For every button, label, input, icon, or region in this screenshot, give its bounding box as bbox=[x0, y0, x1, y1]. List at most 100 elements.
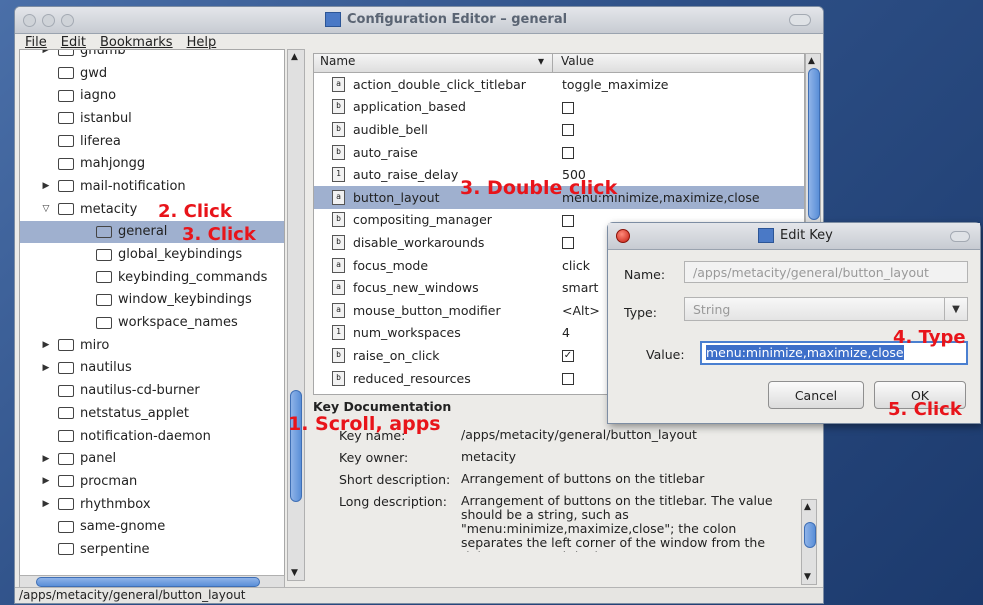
value-checkbox[interactable]: ✓ bbox=[562, 350, 574, 363]
folder-icon bbox=[58, 112, 74, 125]
column-name-header[interactable]: Name ▾ bbox=[314, 54, 553, 72]
key-row-action_double_click_titlebar[interactable]: a action_double_click_titlebar toggle_maxi… bbox=[314, 73, 804, 96]
tree-item-miro[interactable]: ▶ miro bbox=[20, 334, 284, 357]
key-row-auto_raise[interactable]: b auto_raise bbox=[314, 141, 804, 164]
value-checkbox[interactable] bbox=[562, 214, 574, 227]
expander-icon[interactable]: ▶ bbox=[40, 181, 52, 191]
key-value-cell bbox=[546, 122, 574, 137]
cancel-button[interactable]: Cancel bbox=[768, 381, 864, 409]
title-bar[interactable]: Configuration Editor – general bbox=[15, 7, 823, 34]
key-name-text: auto_raise_delay bbox=[353, 167, 459, 183]
tree-vertical-scrollbar[interactable]: ▲ ▼ bbox=[287, 49, 305, 581]
tree-item-gwd[interactable]: gwd bbox=[20, 62, 284, 85]
type-select[interactable]: String ▼ bbox=[684, 297, 968, 321]
string-key-icon: a bbox=[332, 76, 345, 92]
maximize-window-button[interactable] bbox=[61, 14, 74, 27]
doc-scroll-down-icon[interactable]: ▼ bbox=[804, 572, 811, 582]
chevron-down-icon[interactable]: ▼ bbox=[944, 298, 967, 320]
key-row-application_based[interactable]: b application_based bbox=[314, 96, 804, 119]
name-field: /apps/metacity/general/button_layout bbox=[684, 261, 968, 283]
expander-icon[interactable]: ▶ bbox=[40, 476, 52, 486]
key-row-audible_bell[interactable]: b audible_bell bbox=[314, 118, 804, 141]
folder-icon bbox=[58, 407, 74, 420]
dialog-title-bar[interactable]: Edit Key bbox=[608, 223, 980, 250]
key-name-text: disable_workarounds bbox=[353, 234, 485, 250]
menu-help[interactable]: Help bbox=[187, 35, 217, 50]
tree-item-netstatus_applet[interactable]: netstatus_applet bbox=[20, 402, 284, 425]
tree-item-label: same-gnome bbox=[80, 519, 166, 535]
tree-item-same-gnome[interactable]: same-gnome bbox=[20, 515, 284, 538]
key-owner-label: Key owner: bbox=[339, 450, 409, 465]
tree-item-keybinding_commands[interactable]: keybinding_commands bbox=[20, 266, 284, 289]
tree-item-metacity[interactable]: ▽ metacity bbox=[20, 198, 284, 221]
dialog-close-button[interactable] bbox=[616, 229, 630, 243]
doc-scroll-up-icon[interactable]: ▲ bbox=[804, 502, 811, 512]
minimize-window-button[interactable] bbox=[42, 14, 55, 27]
folder-icon bbox=[58, 498, 74, 511]
key-name-text: focus_mode bbox=[353, 257, 429, 273]
app-icon bbox=[325, 12, 341, 27]
key-value-cell: smart bbox=[546, 280, 598, 295]
tree-scroll-thumb[interactable] bbox=[290, 390, 302, 502]
tree-item-label: nautilus bbox=[80, 360, 132, 376]
folder-icon bbox=[96, 271, 112, 284]
key-name-text: focus_new_windows bbox=[353, 280, 479, 296]
key-name-cell: 1 num_workspaces bbox=[314, 325, 546, 341]
short-desc-value: Arrangement of buttons on the titlebar bbox=[461, 471, 705, 486]
tree-item-panel[interactable]: ▶ panel bbox=[20, 447, 284, 470]
tree-item-mahjongg[interactable]: mahjongg bbox=[20, 152, 284, 175]
tree-item-gnumb[interactable]: ▶ gnumb bbox=[20, 50, 284, 62]
menu-file[interactable]: File bbox=[25, 35, 47, 50]
tree-item-window_keybindings[interactable]: window_keybindings bbox=[20, 289, 284, 312]
menu-bookmarks[interactable]: Bookmarks bbox=[100, 35, 173, 50]
tree-item-global_keybindings[interactable]: global_keybindings bbox=[20, 243, 284, 266]
tree-item-notification-daemon[interactable]: notification-daemon bbox=[20, 425, 284, 448]
folder-icon bbox=[58, 180, 74, 193]
key-value-cell bbox=[546, 212, 574, 227]
annotation-click-ok: 5. Click bbox=[888, 399, 962, 420]
expander-icon[interactable]: ▶ bbox=[40, 454, 52, 464]
menu-edit[interactable]: Edit bbox=[61, 35, 86, 50]
list-scroll-up-icon[interactable]: ▲ bbox=[808, 56, 815, 66]
tree-item-rhythmbox[interactable]: ▶ rhythmbox bbox=[20, 493, 284, 516]
list-scroll-thumb[interactable] bbox=[808, 68, 820, 220]
key-value-cell: <Alt> bbox=[546, 303, 600, 318]
tree-hscroll-thumb[interactable] bbox=[36, 577, 260, 587]
key-value-cell: click bbox=[546, 258, 590, 273]
value-checkbox[interactable] bbox=[562, 373, 574, 386]
scroll-down-arrow-icon[interactable]: ▼ bbox=[291, 568, 298, 578]
doc-scroll-thumb[interactable] bbox=[804, 522, 816, 548]
value-checkbox[interactable] bbox=[562, 147, 574, 160]
column-value-header[interactable]: Value bbox=[553, 54, 594, 72]
value-checkbox[interactable] bbox=[562, 101, 574, 114]
folder-icon bbox=[96, 225, 112, 238]
tree-item-nautilus-cd-burner[interactable]: nautilus-cd-burner bbox=[20, 379, 284, 402]
key-name-cell: b disable_workarounds bbox=[314, 234, 546, 250]
tree-item-workspace_names[interactable]: workspace_names bbox=[20, 311, 284, 334]
scroll-up-arrow-icon[interactable]: ▲ bbox=[291, 52, 298, 62]
tree-item-istanbul[interactable]: istanbul bbox=[20, 107, 284, 130]
tree-item-iagno[interactable]: iagno bbox=[20, 84, 284, 107]
key-name-cell: a focus_new_windows bbox=[314, 280, 546, 296]
tree-item-procman[interactable]: ▶ procman bbox=[20, 470, 284, 493]
annotation-double-click: 3. Double click bbox=[460, 177, 618, 199]
doc-scrollbar[interactable]: ▲ ▼ bbox=[801, 499, 817, 585]
tree-item-label: metacity bbox=[80, 201, 138, 217]
tree-item-nautilus[interactable]: ▶ nautilus bbox=[20, 357, 284, 380]
value-checkbox[interactable] bbox=[562, 237, 574, 250]
tree-item-liferea[interactable]: liferea bbox=[20, 130, 284, 153]
expander-icon[interactable]: ▽ bbox=[40, 204, 52, 214]
directory-tree: ▶ gnumb gwd iagno istanbul liferea mahjongg ▶ ma… bbox=[19, 49, 285, 581]
tree-item-mail-notification[interactable]: ▶ mail-notification bbox=[20, 175, 284, 198]
dialog-rollup-button[interactable] bbox=[950, 231, 970, 242]
expander-icon[interactable]: ▶ bbox=[40, 50, 52, 55]
expander-icon[interactable]: ▶ bbox=[40, 499, 52, 509]
annotation-click-general: 3. Click bbox=[182, 224, 256, 245]
expander-icon[interactable]: ▶ bbox=[40, 363, 52, 373]
close-window-button[interactable] bbox=[23, 14, 36, 27]
key-name-cell: b compositing_manager bbox=[314, 212, 546, 228]
value-checkbox[interactable] bbox=[562, 124, 574, 137]
tree-item-serpentine[interactable]: serpentine bbox=[20, 538, 284, 561]
roll-up-button[interactable] bbox=[789, 14, 811, 26]
expander-icon[interactable]: ▶ bbox=[40, 340, 52, 350]
